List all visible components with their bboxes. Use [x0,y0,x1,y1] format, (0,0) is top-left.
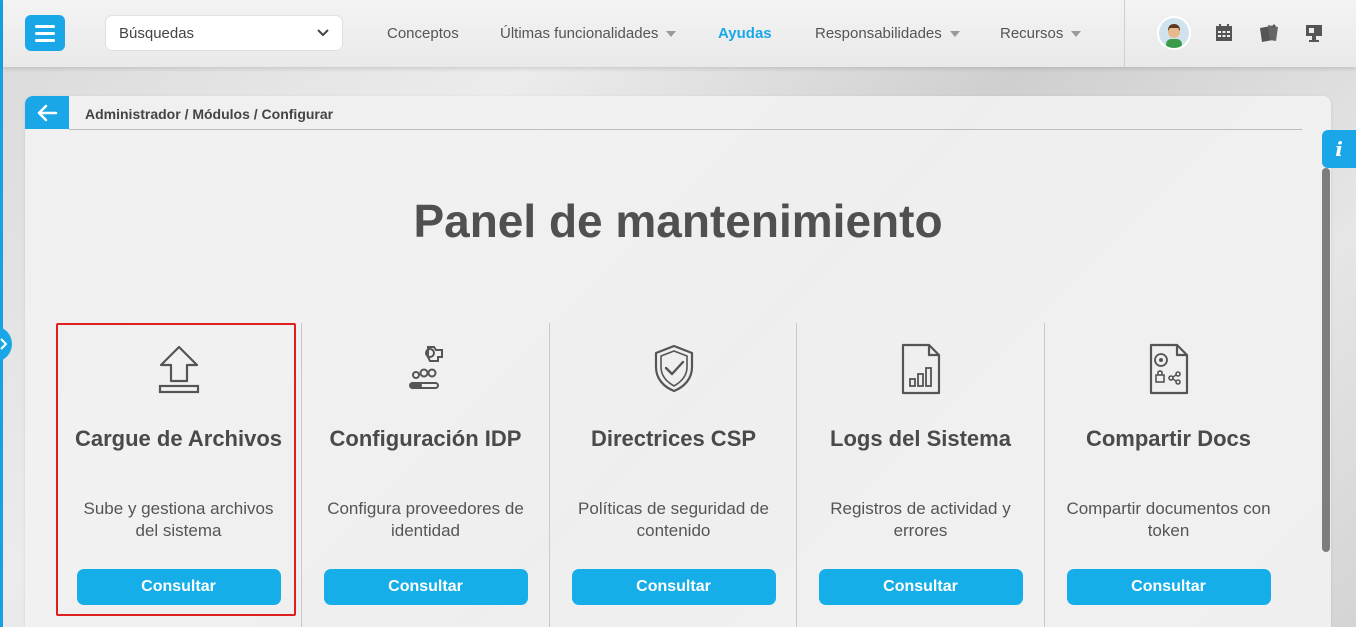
consultar-button[interactable]: Consultar [76,569,281,605]
chevron-right-icon [0,338,8,350]
calendar-icon[interactable] [1213,22,1235,44]
card-configuracion-idp: Configuración IDP Configura proveedores … [302,323,549,627]
nav-label: Conceptos [387,25,459,42]
caret-down-icon [666,30,677,37]
monitor-icon[interactable] [1303,22,1325,44]
main-panel: Administrador / Módulos / Configurar Pan… [25,96,1331,627]
side-panel-toggle[interactable] [0,326,12,362]
share-document-icon [1149,343,1188,395]
breadcrumb: Administrador / Módulos / Configurar [85,106,334,122]
nav-ayudas[interactable]: Ayudas [718,0,772,67]
caret-down-icon [949,30,960,37]
page-title: Panel de mantenimiento [413,195,943,247]
card-title: Compartir Docs [1085,426,1252,451]
card-description: Registros de actividad y errores [830,499,1011,540]
card-title: Logs del Sistema [830,426,1011,451]
back-button[interactable] [25,96,69,129]
chart-document-icon [901,343,940,395]
card-description: Compartir documentos con token [1066,499,1271,540]
consultar-button[interactable]: Consultar [1066,569,1271,605]
left-edge-accent [0,0,3,627]
card-title: Configuración IDP [329,426,522,451]
shield-check-icon [654,344,693,393]
top-bar: Búsquedas Conceptos Últimas funcionalida… [3,0,1356,67]
nav-ultimas-funcionalidades[interactable]: Últimas funcionalidades [500,0,677,67]
consultar-button[interactable]: Consultar [571,569,776,605]
idp-config-icon [408,346,443,389]
arrow-left-icon [37,104,58,121]
notes-icon[interactable] [1258,22,1280,44]
nav-responsabilidades[interactable]: Responsabilidades [815,0,960,67]
search-select-value: Búsquedas [119,24,195,42]
nav-label: Recursos [1000,25,1064,42]
card-directrices-csp: Directrices CSP Políticas de seguridad d… [550,323,797,627]
card-title: Cargue de Archivos [74,426,283,451]
card-cargue-archivos: Cargue de Archivos Sube y gestiona archi… [55,323,302,627]
chevron-down-icon [317,29,329,37]
menu-icon-bar [35,38,55,42]
nav-label: Responsabilidades [815,25,942,42]
card-compartir-docs: Compartir Docs Compartir documentos con … [1045,323,1292,627]
nav-label: Ayudas [718,25,772,42]
menu-button[interactable] [25,15,65,51]
avatar-icon [1159,18,1189,48]
caret-down-icon [1071,30,1082,37]
card-logs-sistema: Logs del Sistema Registros de actividad … [797,323,1044,627]
avatar[interactable] [1157,16,1191,50]
search-select[interactable]: Búsquedas [105,15,343,51]
nav-label: Últimas funcionalidades [500,25,659,42]
info-tab[interactable]: i [1322,130,1356,168]
card-title: Directrices CSP [590,426,757,451]
upload-icon [158,345,199,394]
menu-icon-bar [35,31,55,35]
breadcrumb-divider [69,129,1302,130]
scrollbar[interactable] [1322,168,1330,552]
card-description: Configura proveedores de identidad [327,499,524,540]
topbar-divider [1124,0,1125,67]
card-description: Sube y gestiona archivos del sistema [83,499,274,540]
menu-icon-bar [35,24,55,28]
consultar-button[interactable]: Consultar [818,569,1023,605]
nav-conceptos[interactable]: Conceptos [387,0,459,67]
nav-recursos[interactable]: Recursos [1000,0,1082,67]
card-description: Políticas de seguridad de contenido [578,499,769,540]
consultar-button[interactable]: Consultar [323,569,528,605]
